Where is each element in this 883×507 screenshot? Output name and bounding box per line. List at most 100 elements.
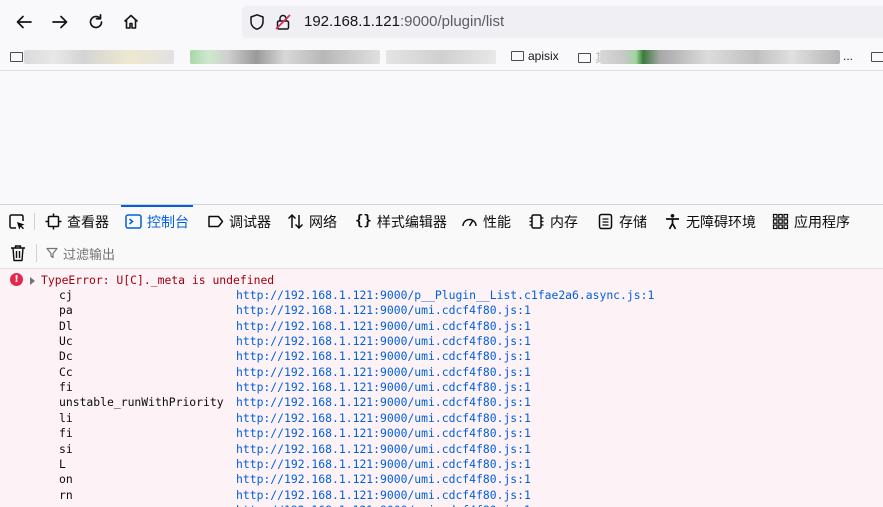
stack-frame: Dc http://192.168.1.121:9000/umi.cdcf4f80… [0, 349, 883, 364]
tab-inspector[interactable]: 查看器 [45, 205, 109, 238]
accessibility-icon [666, 214, 679, 230]
stack-source-link[interactable]: http://192.168.1.121:9000/umi.cdcf4f80.j… [236, 457, 531, 471]
tab-label: 调试器 [229, 213, 271, 230]
folder-icon[interactable] [871, 52, 883, 62]
element-picker-icon[interactable] [8, 213, 26, 231]
blurred-bookmark[interactable] [190, 50, 380, 64]
devtools-toolbar: 查看器 控制台 调试器 网络 {} 样式编辑器 性能 内存 存储 无障碍环境 应… [0, 204, 883, 239]
tab-accessibility[interactable]: 无障碍环境 [664, 205, 756, 238]
filter-icon [46, 247, 58, 259]
tab-style-editor[interactable]: {} 样式编辑器 [355, 205, 447, 238]
tab-label: 无障碍环境 [686, 213, 756, 230]
folder-icon [511, 51, 524, 61]
stack-function-name: Cc [59, 364, 73, 379]
error-message[interactable]: TypeError: U[C]._meta is undefined [41, 273, 274, 287]
stack-function-name: fi [59, 426, 73, 441]
blurred-bookmark[interactable] [600, 50, 840, 64]
back-button[interactable] [10, 8, 38, 36]
tab-label: 存储 [619, 213, 647, 230]
stack-frame: pa http://192.168.1.121:9000/umi.cdcf4f80… [0, 303, 883, 318]
stack-source-link[interactable]: http://192.168.1.121:9000/umi.cdcf4f80.j… [236, 503, 531, 507]
tab-console[interactable]: 控制台 [121, 205, 193, 238]
stack-frame: fi http://192.168.1.121:9000/umi.cdcf4f80… [0, 426, 883, 441]
style-editor-icon: {} [355, 213, 372, 229]
stack-function-name: cj [59, 288, 73, 302]
stack-frame: on http://192.168.1.121:9000/umi.cdcf4f80… [0, 472, 883, 487]
stack-source-link[interactable]: http://192.168.1.121:9000/umi.cdcf4f80.j… [236, 380, 531, 394]
stack-frame: Cc http://192.168.1.121:9000/umi.cdcf4f80… [0, 365, 883, 380]
stack-frame: si http://192.168.1.121:9000/umi.cdcf4f80… [0, 442, 883, 457]
error-icon: ! [10, 273, 23, 286]
bookmark-overflow[interactable]: ... [843, 49, 853, 63]
stack-function-name: on [59, 472, 73, 487]
toolbar-separator [34, 213, 35, 230]
stack-source-link[interactable]: http://192.168.1.121:9000/umi.cdcf4f80.j… [236, 319, 531, 333]
stack-frame: unstable_runWithPriority http://192.168.1… [0, 395, 883, 410]
trash-icon[interactable] [10, 244, 26, 262]
filter-output-input[interactable]: 过滤输出 [46, 243, 115, 263]
stack-source-link[interactable]: http://192.168.1.121:9000/umi.cdcf4f80.j… [236, 334, 531, 348]
tab-debugger[interactable]: 调试器 [207, 205, 271, 238]
stack-source-link[interactable]: http://192.168.1.121:9000/p__Plugin__Lis… [236, 288, 654, 302]
filter-placeholder: 过滤输出 [63, 246, 116, 262]
network-icon [287, 213, 304, 230]
stack-source-link[interactable]: http://192.168.1.121:9000/umi.cdcf4f80.j… [236, 442, 531, 456]
tab-label: 性能 [483, 213, 511, 230]
arrow-left-icon [16, 15, 32, 29]
tab-application[interactable]: 应用程序 [772, 205, 850, 238]
blurred-bookmark[interactable] [386, 50, 496, 64]
stack-function-name: Dc [59, 349, 73, 364]
url-path: :9000/plugin/list [399, 13, 505, 30]
console-filter-bar: 过滤输出 [0, 238, 883, 269]
console-icon [125, 214, 142, 229]
stack-function-name: L [59, 456, 66, 471]
console-output: ! TypeError: U[C]._meta is undefined cj h… [0, 269, 883, 507]
url-text[interactable]: 192.168.1.121:9000/plugin/list [304, 13, 504, 30]
filter-separator [36, 244, 37, 262]
stack-frame: Dl http://192.168.1.121:9000/umi.cdcf4f80… [0, 319, 883, 334]
stack-source-link[interactable]: http://192.168.1.121:9000/umi.cdcf4f80.j… [236, 426, 531, 440]
tab-label: 样式编辑器 [376, 213, 447, 230]
stack-function-name: unstable_runWithPriority [59, 395, 224, 410]
tab-label: 查看器 [67, 213, 109, 230]
tab-label: 内存 [550, 213, 578, 230]
tab-network[interactable]: 网络 [287, 205, 337, 238]
arrow-right-icon [52, 15, 68, 29]
stack-source-link[interactable]: http://192.168.1.121:9000/umi.cdcf4f80.j… [236, 472, 531, 486]
stack-function-name: si [59, 441, 73, 456]
stack-source-link[interactable]: http://192.168.1.121:9000/umi.cdcf4f80.j… [236, 365, 531, 379]
shield-icon[interactable] [248, 13, 266, 31]
tab-performance[interactable]: 性能 [461, 205, 511, 238]
stack-source-link[interactable]: http://192.168.1.121:9000/umi.cdcf4f80.j… [236, 488, 531, 502]
bookmark-label: apisix [528, 49, 559, 63]
insecure-lock-icon[interactable] [274, 13, 292, 31]
reload-button[interactable] [82, 8, 110, 36]
tab-label: 应用程序 [794, 213, 850, 230]
tab-storage[interactable]: 存储 [597, 205, 647, 238]
expand-arrow-icon[interactable] [30, 277, 35, 285]
blurred-bookmark[interactable] [24, 50, 174, 64]
bookmark-overflow-label: ... [843, 49, 854, 63]
inspector-icon [45, 213, 62, 230]
stack-source-link[interactable]: http://192.168.1.121:9000/umi.cdcf4f80.j… [236, 411, 531, 425]
stack-frame: cj http://192.168.1.121:9000/p__Plugin__L… [0, 288, 883, 303]
debugger-icon [208, 215, 224, 228]
application-icon [772, 213, 789, 230]
stack-frame: http://192.168.1.121:9000/umi.cdcf4f80.j… [0, 503, 883, 507]
url-bar[interactable]: 192.168.1.121:9000/plugin/list [242, 6, 883, 38]
stack-function-name: li [59, 410, 73, 425]
memory-icon [529, 214, 544, 229]
bookmark-apisix[interactable]: apisix [511, 49, 559, 63]
stack-function-name: pa [59, 303, 73, 318]
url-host: 192.168.1.121 [304, 13, 400, 30]
forward-button[interactable] [46, 8, 74, 36]
stack-source-link[interactable]: http://192.168.1.121:9000/umi.cdcf4f80.j… [236, 349, 531, 363]
stack-source-link[interactable]: http://192.168.1.121:9000/umi.cdcf4f80.j… [236, 303, 531, 317]
tab-label: 控制台 [147, 213, 189, 230]
stack-frame: li http://192.168.1.121:9000/umi.cdcf4f80… [0, 411, 883, 426]
folder-icon[interactable] [10, 52, 23, 62]
home-button[interactable] [117, 8, 145, 36]
stack-source-link[interactable]: http://192.168.1.121:9000/umi.cdcf4f80.j… [236, 395, 531, 409]
reload-icon [89, 13, 103, 29]
tab-memory[interactable]: 内存 [528, 205, 578, 238]
